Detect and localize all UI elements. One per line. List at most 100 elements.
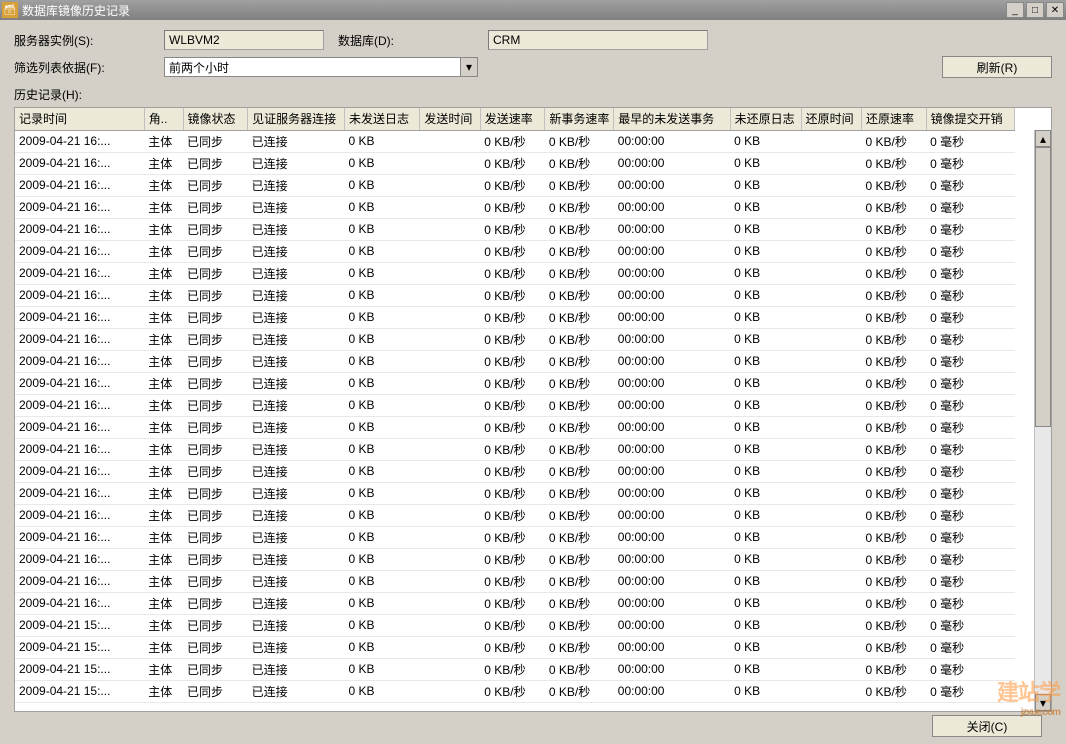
table-cell: 0 KB <box>345 526 420 548</box>
table-cell: 0 KB <box>345 218 420 240</box>
column-header[interactable]: 发送速率 <box>480 108 545 130</box>
table-row[interactable]: 2009-04-21 16:...主体已同步已连接0 KB0 KB/秒0 KB/… <box>15 130 1015 152</box>
table-cell: 主体 <box>144 240 183 262</box>
filter-combo[interactable]: ▾ <box>164 57 478 77</box>
column-header[interactable]: 还原速率 <box>861 108 926 130</box>
table-cell: 主体 <box>144 614 183 636</box>
table-cell: 0 KB/秒 <box>545 438 614 460</box>
table-cell: 0 KB/秒 <box>545 196 614 218</box>
table-row[interactable]: 2009-04-21 16:...主体已同步已连接0 KB0 KB/秒0 KB/… <box>15 174 1015 196</box>
column-header[interactable]: 记录时间 <box>15 108 144 130</box>
table-cell: 0 KB <box>730 614 801 636</box>
table-cell: 已同步 <box>183 504 248 526</box>
table-cell: 已同步 <box>183 372 248 394</box>
table-row[interactable]: 2009-04-21 16:...主体已同步已连接0 KB0 KB/秒0 KB/… <box>15 416 1015 438</box>
maximize-button[interactable]: □ <box>1026 2 1044 18</box>
table-cell: 0 KB/秒 <box>480 262 545 284</box>
table-row[interactable]: 2009-04-21 16:...主体已同步已连接0 KB0 KB/秒0 KB/… <box>15 570 1015 592</box>
table-cell: 已连接 <box>248 614 345 636</box>
table-row[interactable]: 2009-04-21 16:...主体已同步已连接0 KB0 KB/秒0 KB/… <box>15 460 1015 482</box>
table-cell: 0 KB/秒 <box>480 372 545 394</box>
table-row[interactable]: 2009-04-21 16:...主体已同步已连接0 KB0 KB/秒0 KB/… <box>15 394 1015 416</box>
table-cell: 0 KB/秒 <box>480 196 545 218</box>
close-button[interactable]: ✕ <box>1046 2 1064 18</box>
database-input[interactable] <box>488 30 708 50</box>
column-header[interactable]: 见证服务器连接 <box>248 108 345 130</box>
table-cell <box>420 416 480 438</box>
table-cell: 00:00:00 <box>614 218 730 240</box>
column-header[interactable]: 发送时间 <box>420 108 480 130</box>
table-row[interactable]: 2009-04-21 15:...主体已同步已连接0 KB0 KB/秒0 KB/… <box>15 680 1015 702</box>
refresh-button[interactable]: 刷新(R) <box>942 56 1052 78</box>
table-cell <box>420 658 480 680</box>
table-cell: 0 毫秒 <box>926 372 1014 394</box>
column-header[interactable]: 角.. <box>144 108 183 130</box>
column-header[interactable]: 最早的未发送事务 <box>614 108 730 130</box>
column-header[interactable]: 还原时间 <box>801 108 861 130</box>
table-cell: 0 KB <box>730 306 801 328</box>
table-cell: 已同步 <box>183 130 248 152</box>
table-row[interactable]: 2009-04-21 16:...主体已同步已连接0 KB0 KB/秒0 KB/… <box>15 262 1015 284</box>
table-row[interactable]: 2009-04-21 16:...主体已同步已连接0 KB0 KB/秒0 KB/… <box>15 438 1015 460</box>
table-cell: 已连接 <box>248 394 345 416</box>
table-cell: 0 毫秒 <box>926 174 1014 196</box>
table-cell: 0 毫秒 <box>926 218 1014 240</box>
table-row[interactable]: 2009-04-21 16:...主体已同步已连接0 KB0 KB/秒0 KB/… <box>15 284 1015 306</box>
table-cell: 0 KB/秒 <box>861 306 926 328</box>
table-row[interactable]: 2009-04-21 16:...主体已同步已连接0 KB0 KB/秒0 KB/… <box>15 196 1015 218</box>
table-cell: 主体 <box>144 306 183 328</box>
table-row[interactable]: 2009-04-21 16:...主体已同步已连接0 KB0 KB/秒0 KB/… <box>15 548 1015 570</box>
table-cell: 已连接 <box>248 174 345 196</box>
table-cell: 0 毫秒 <box>926 526 1014 548</box>
table-row[interactable]: 2009-04-21 16:...主体已同步已连接0 KB0 KB/秒0 KB/… <box>15 218 1015 240</box>
table-cell: 0 KB/秒 <box>545 262 614 284</box>
table-cell: 0 KB/秒 <box>480 306 545 328</box>
scroll-thumb[interactable] <box>1035 147 1051 427</box>
table-row[interactable]: 2009-04-21 16:...主体已同步已连接0 KB0 KB/秒0 KB/… <box>15 306 1015 328</box>
filter-combo-dropdown[interactable]: ▾ <box>460 57 478 77</box>
table-cell: 00:00:00 <box>614 658 730 680</box>
table-cell: 2009-04-21 16:... <box>15 196 144 218</box>
table-cell: 0 KB/秒 <box>545 592 614 614</box>
table-cell: 2009-04-21 16:... <box>15 526 144 548</box>
column-header[interactable]: 镜像提交开销 <box>926 108 1014 130</box>
table-cell: 0 KB/秒 <box>545 306 614 328</box>
table-row[interactable]: 2009-04-21 16:...主体已同步已连接0 KB0 KB/秒0 KB/… <box>15 482 1015 504</box>
table-cell: 2009-04-21 15:... <box>15 658 144 680</box>
scroll-down-icon[interactable]: ▾ <box>1035 694 1051 711</box>
table-row[interactable]: 2009-04-21 16:...主体已同步已连接0 KB0 KB/秒0 KB/… <box>15 372 1015 394</box>
table-row[interactable]: 2009-04-21 16:...主体已同步已连接0 KB0 KB/秒0 KB/… <box>15 328 1015 350</box>
server-input[interactable] <box>164 30 324 50</box>
table-cell: 2009-04-21 16:... <box>15 592 144 614</box>
scroll-up-icon[interactable]: ▴ <box>1035 130 1051 147</box>
minimize-button[interactable]: _ <box>1006 2 1024 18</box>
column-header[interactable]: 镜像状态 <box>183 108 248 130</box>
column-header[interactable]: 新事务速率 <box>545 108 614 130</box>
table-row[interactable]: 2009-04-21 16:...主体已同步已连接0 KB0 KB/秒0 KB/… <box>15 350 1015 372</box>
close-dialog-button[interactable]: 关闭(C) <box>932 715 1042 737</box>
table-cell: 0 KB/秒 <box>480 284 545 306</box>
table-cell: 0 KB/秒 <box>861 240 926 262</box>
table-row[interactable]: 2009-04-21 16:...主体已同步已连接0 KB0 KB/秒0 KB/… <box>15 152 1015 174</box>
table-cell <box>420 350 480 372</box>
table-cell <box>420 592 480 614</box>
table-row[interactable]: 2009-04-21 15:...主体已同步已连接0 KB0 KB/秒0 KB/… <box>15 636 1015 658</box>
table-cell: 0 KB/秒 <box>480 614 545 636</box>
column-header[interactable]: 未发送日志 <box>345 108 420 130</box>
table-cell: 0 KB/秒 <box>545 570 614 592</box>
table-cell: 0 KB <box>345 284 420 306</box>
vertical-scrollbar[interactable]: ▴ ▾ <box>1034 130 1051 711</box>
table-row[interactable]: 2009-04-21 15:...主体已同步已连接0 KB0 KB/秒0 KB/… <box>15 614 1015 636</box>
table-row[interactable]: 2009-04-21 15:...主体已同步已连接0 KB0 KB/秒0 KB/… <box>15 658 1015 680</box>
column-header[interactable]: 未还原日志 <box>730 108 801 130</box>
filter-combo-input[interactable] <box>164 57 460 77</box>
table-cell: 00:00:00 <box>614 460 730 482</box>
table-cell: 已连接 <box>248 328 345 350</box>
table-row[interactable]: 2009-04-21 16:...主体已同步已连接0 KB0 KB/秒0 KB/… <box>15 504 1015 526</box>
table-row[interactable]: 2009-04-21 16:...主体已同步已连接0 KB0 KB/秒0 KB/… <box>15 592 1015 614</box>
table-cell: 0 KB/秒 <box>545 152 614 174</box>
table-row[interactable]: 2009-04-21 16:...主体已同步已连接0 KB0 KB/秒0 KB/… <box>15 526 1015 548</box>
table-cell <box>801 284 861 306</box>
table-cell: 0 KB/秒 <box>861 438 926 460</box>
table-row[interactable]: 2009-04-21 16:...主体已同步已连接0 KB0 KB/秒0 KB/… <box>15 240 1015 262</box>
